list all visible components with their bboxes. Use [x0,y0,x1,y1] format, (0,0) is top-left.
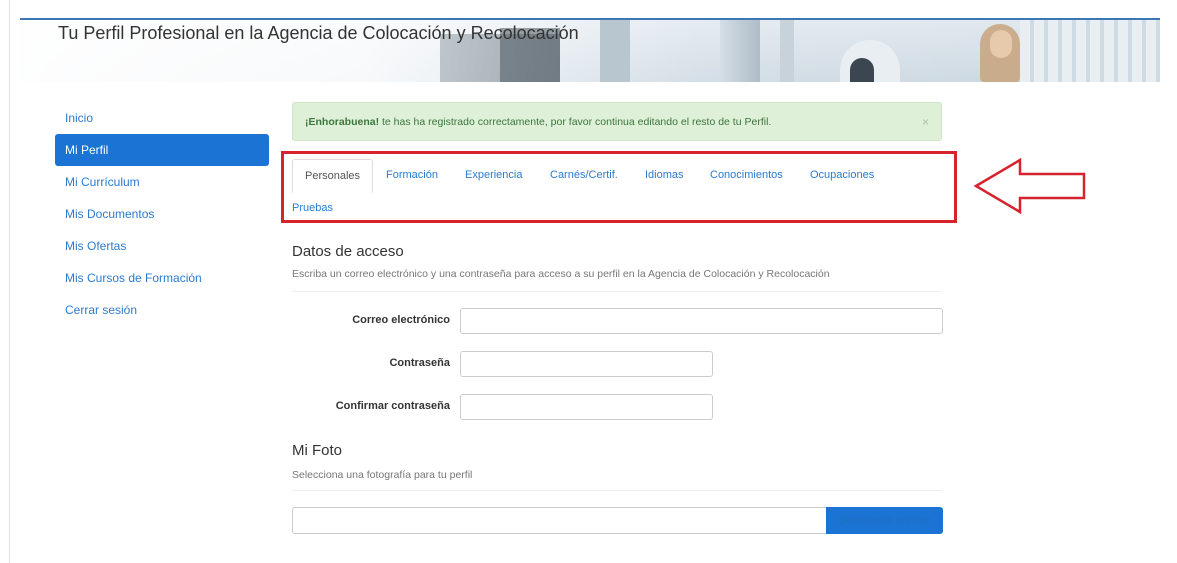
sidebar-item-mis-ofertas[interactable]: Mis Ofertas [55,230,269,262]
annotation-highlight-box [281,151,957,223]
success-alert: ¡Enhorabuena! te has ha registrado corre… [292,102,942,141]
sidebar: Inicio Mi Perfil Mi Currículum Mis Docum… [55,102,269,326]
confirm-password-label: Confirmar contraseña [335,400,450,412]
sidebar-item-inicio[interactable]: Inicio [55,102,269,134]
close-icon[interactable]: × [922,103,929,142]
sidebar-item-mis-documentos[interactable]: Mis Documentos [55,198,269,230]
password-label: Contraseña [389,357,450,369]
sidebar-item-mi-curriculum[interactable]: Mi Currículum [55,166,269,198]
banner-graphic [780,20,794,82]
section-title-photo: Mi Foto [292,442,343,459]
section-title-access: Datos de acceso [292,243,404,260]
banner-person-graphic [850,58,874,82]
alert-message: te has ha registrado correctamente, por … [379,116,772,128]
sidebar-item-mi-perfil[interactable]: Mi Perfil [55,134,269,166]
password-field[interactable] [460,351,713,377]
page-title: Tu Perfil Profesional en la Agencia de C… [58,23,579,43]
confirm-password-field[interactable] [460,394,713,420]
annotation-arrow-icon [973,157,1086,215]
sidebar-item-cerrar-sesion[interactable]: Cerrar sesión [55,294,269,326]
banner-graphic [600,20,630,82]
header-banner: Tu Perfil Profesional en la Agencia de C… [20,18,1160,82]
photo-file-field[interactable] [292,507,827,534]
section-desc-access: Escriba un correo electrónico y una cont… [292,268,830,280]
email-label: Correo electrónico [352,314,450,326]
alert-strong-text: ¡Enhorabuena! [305,116,380,128]
divider [292,490,942,491]
select-file-button[interactable]: Seleccionar archivo [826,507,943,534]
sidebar-item-mis-cursos[interactable]: Mis Cursos de Formación [55,262,269,294]
banner-graphic [1020,20,1160,82]
email-field[interactable] [460,308,943,334]
divider [292,291,942,292]
banner-graphic [720,20,760,82]
section-desc-photo: Selecciona una fotografía para tu perfil [292,469,473,481]
banner-person-graphic [990,30,1012,58]
